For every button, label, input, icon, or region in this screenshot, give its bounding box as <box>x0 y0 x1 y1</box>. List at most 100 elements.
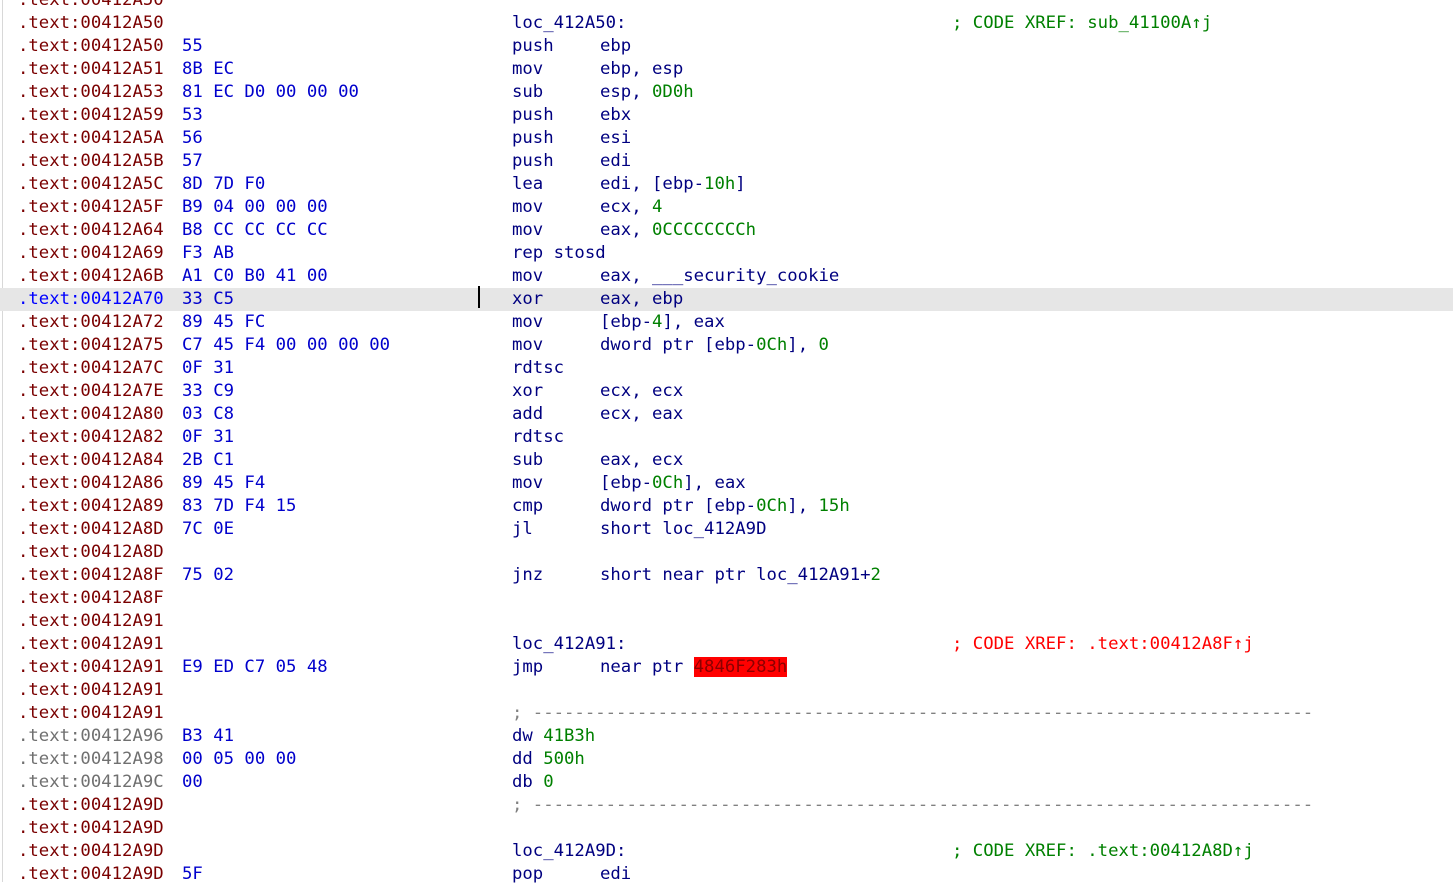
operands[interactable]: near ptr 4846F283h <box>600 656 788 679</box>
line-address[interactable]: .text:00412A50 <box>18 35 164 58</box>
line-address[interactable]: .text:00412A5B <box>18 150 164 173</box>
listing-line[interactable]: .text:00412A51 8B EC mov ebp, esp <box>0 58 1453 81</box>
line-address[interactable]: .text:00412A91 <box>18 702 164 725</box>
listing-line[interactable]: .text:00412A91 loc_412A91: ; CODE XREF: .t… <box>0 633 1453 656</box>
listing-line[interactable]: .text:00412A8F <box>0 587 1453 610</box>
line-address[interactable]: .text:00412A84 <box>18 449 164 472</box>
line-address[interactable]: .text:00412A50 <box>18 0 164 12</box>
line-address[interactable]: .text:00412A9D <box>18 817 164 840</box>
line-address[interactable]: .text:00412A9D <box>18 840 164 863</box>
line-address[interactable]: .text:00412A69 <box>18 242 164 265</box>
line-address[interactable]: .text:00412A50 <box>18 12 164 35</box>
line-address[interactable]: .text:00412A72 <box>18 311 164 334</box>
operands[interactable]: dword ptr [ebp-0Ch], 0 <box>600 334 829 357</box>
operands[interactable]: edi, [ebp-10h] <box>600 173 746 196</box>
operands[interactable]: [ebp-4], eax <box>600 311 725 334</box>
line-address[interactable]: .text:00412A64 <box>18 219 164 242</box>
listing-line[interactable]: .text:00412A91 ; ------------------------… <box>0 702 1453 725</box>
line-address[interactable]: .text:00412A7E <box>18 380 164 403</box>
listing-line[interactable]: .text:00412A91 <box>0 679 1453 702</box>
listing-line[interactable]: .text:00412A9D loc_412A9D: ; CODE XREF: .t… <box>0 840 1453 863</box>
listing-line[interactable]: .text:00412A91 E9 ED C7 05 48 jmp near ptr … <box>0 656 1453 679</box>
line-address[interactable]: .text:00412A5A <box>18 127 164 150</box>
listing-line[interactable]: .text:00412A7E 33 C9 xor ecx, ecx <box>0 380 1453 403</box>
highlighted-address[interactable]: 4846F283h <box>693 657 788 677</box>
line-address[interactable]: .text:00412A7C <box>18 357 164 380</box>
xref-comment[interactable]: ; CODE XREF: sub_41100A↑j <box>952 12 1212 35</box>
operands[interactable]: eax, ecx <box>600 449 683 472</box>
line-address[interactable]: .text:00412A9D <box>18 863 164 886</box>
line-address[interactable]: .text:00412A6B <box>18 265 164 288</box>
operands[interactable]: eax, ebp <box>600 288 683 311</box>
line-address[interactable]: .text:00412A9D <box>18 794 164 817</box>
listing-line[interactable]: .text:00412A70 33 C5 xor eax, ebp <box>0 288 1453 311</box>
line-address[interactable]: .text:00412A8D <box>18 518 164 541</box>
line-address[interactable]: .text:00412A5F <box>18 196 164 219</box>
listing-line[interactable]: .text:00412A89 83 7D F4 15 cmp dword ptr [e… <box>0 495 1453 518</box>
operands[interactable]: ecx, ecx <box>600 380 683 403</box>
listing-line[interactable]: .text:00412A8D <box>0 541 1453 564</box>
line-address[interactable]: .text:00412A82 <box>18 426 164 449</box>
operands[interactable]: ecx, 4 <box>600 196 662 219</box>
listing-line[interactable]: .text:00412A69 F3 AB rep stosd <box>0 242 1453 265</box>
disassembly-listing[interactable]: .text:00412A50 .text:00412A50 loc_412A50:;… <box>0 0 1453 886</box>
listing-line[interactable]: .text:00412A9C 00 db 0 <box>0 771 1453 794</box>
listing-line[interactable]: .text:00412A98 00 05 00 00 dd 500h <box>0 748 1453 771</box>
line-address[interactable]: .text:00412A75 <box>18 334 164 357</box>
operands[interactable]: edi <box>600 150 631 173</box>
operands[interactable]: ecx, eax <box>600 403 683 426</box>
line-address[interactable]: .text:00412A51 <box>18 58 164 81</box>
line-address[interactable]: .text:00412A9C <box>18 771 164 794</box>
listing-line[interactable]: .text:00412A5B 57 push edi <box>0 150 1453 173</box>
operands[interactable]: esp, 0D0h <box>600 81 694 104</box>
line-address[interactable]: .text:00412A91 <box>18 679 164 702</box>
listing-line[interactable]: .text:00412A72 89 45 FC mov [ebp-4], eax <box>0 311 1453 334</box>
operands[interactable]: ebp, esp <box>600 58 683 81</box>
operands[interactable]: short loc_412A9D <box>600 518 766 541</box>
line-address[interactable]: .text:00412A53 <box>18 81 164 104</box>
line-address[interactable]: .text:00412A96 <box>18 725 164 748</box>
line-address[interactable]: .text:00412A8F <box>18 564 164 587</box>
operands[interactable]: ebx <box>600 104 631 127</box>
listing-line[interactable]: .text:00412A82 0F 31 rdtsc <box>0 426 1453 449</box>
listing-line[interactable]: .text:00412A59 53 push ebx <box>0 104 1453 127</box>
operands[interactable]: [ebp-0Ch], eax <box>600 472 746 495</box>
operands[interactable]: 0 <box>543 771 553 794</box>
listing-line[interactable]: .text:00412A86 89 45 F4 mov [ebp-0Ch], eax <box>0 472 1453 495</box>
listing-line[interactable]: .text:00412A5A 56 push esi <box>0 127 1453 150</box>
line-address[interactable]: .text:00412A86 <box>18 472 164 495</box>
listing-line[interactable]: .text:00412A5F B9 04 00 00 00 mov ecx, 4 <box>0 196 1453 219</box>
listing-line[interactable]: .text:00412A8D 7C 0E jl short loc_412A9D <box>0 518 1453 541</box>
line-address[interactable]: .text:00412A98 <box>18 748 164 771</box>
operands[interactable]: edi <box>600 863 631 886</box>
code-label[interactable]: loc_412A50: <box>512 12 626 35</box>
xref-comment[interactable]: ; CODE XREF: .text:00412A8D↑j <box>952 840 1254 863</box>
line-address[interactable]: .text:00412A91 <box>18 633 164 656</box>
listing-line[interactable]: .text:00412A9D ; ------------------------… <box>0 794 1453 817</box>
xref-comment[interactable]: ; CODE XREF: .text:00412A8F↑j <box>952 633 1254 656</box>
operands[interactable]: short near ptr loc_412A91+2 <box>600 564 881 587</box>
listing-line[interactable]: .text:00412A7C 0F 31 rdtsc <box>0 357 1453 380</box>
line-address[interactable]: .text:00412A59 <box>18 104 164 127</box>
operands[interactable]: 500h <box>543 748 585 771</box>
listing-line[interactable]: .text:00412A6B A1 C0 B0 41 00 mov eax, ___s… <box>0 265 1453 288</box>
line-address[interactable]: .text:00412A91 <box>18 610 164 633</box>
listing-line[interactable]: .text:00412A91 <box>0 610 1453 633</box>
listing-line[interactable]: .text:00412A75 C7 45 F4 00 00 00 00 mov dwo… <box>0 334 1453 357</box>
listing-line[interactable]: .text:00412A64 B8 CC CC CC CC mov eax, 0CCC… <box>0 219 1453 242</box>
listing-line[interactable]: .text:00412A5C 8D 7D F0 lea edi, [ebp-10h] <box>0 173 1453 196</box>
operands[interactable]: eax, ___security_cookie <box>600 265 839 288</box>
listing-line[interactable]: .text:00412A80 03 C8 add ecx, eax <box>0 403 1453 426</box>
line-address[interactable]: .text:00412A8D <box>18 541 164 564</box>
listing-line[interactable]: .text:00412A50 <box>0 0 1453 12</box>
listing-line[interactable]: .text:00412A8F 75 02 jnz short near ptr loc… <box>0 564 1453 587</box>
operands[interactable]: esi <box>600 127 631 150</box>
line-address[interactable]: .text:00412A5C <box>18 173 164 196</box>
listing-line[interactable]: .text:00412A53 81 EC D0 00 00 00 sub esp, 0… <box>0 81 1453 104</box>
line-address[interactable]: .text:00412A70 <box>18 288 164 311</box>
line-address[interactable]: .text:00412A89 <box>18 495 164 518</box>
listing-line[interactable]: .text:00412A9D 5F pop edi <box>0 863 1453 886</box>
listing-line[interactable]: .text:00412A96 B3 41 dw 41B3h <box>0 725 1453 748</box>
operands[interactable]: 41B3h <box>543 725 595 748</box>
code-label[interactable]: loc_412A9D: <box>512 840 626 863</box>
